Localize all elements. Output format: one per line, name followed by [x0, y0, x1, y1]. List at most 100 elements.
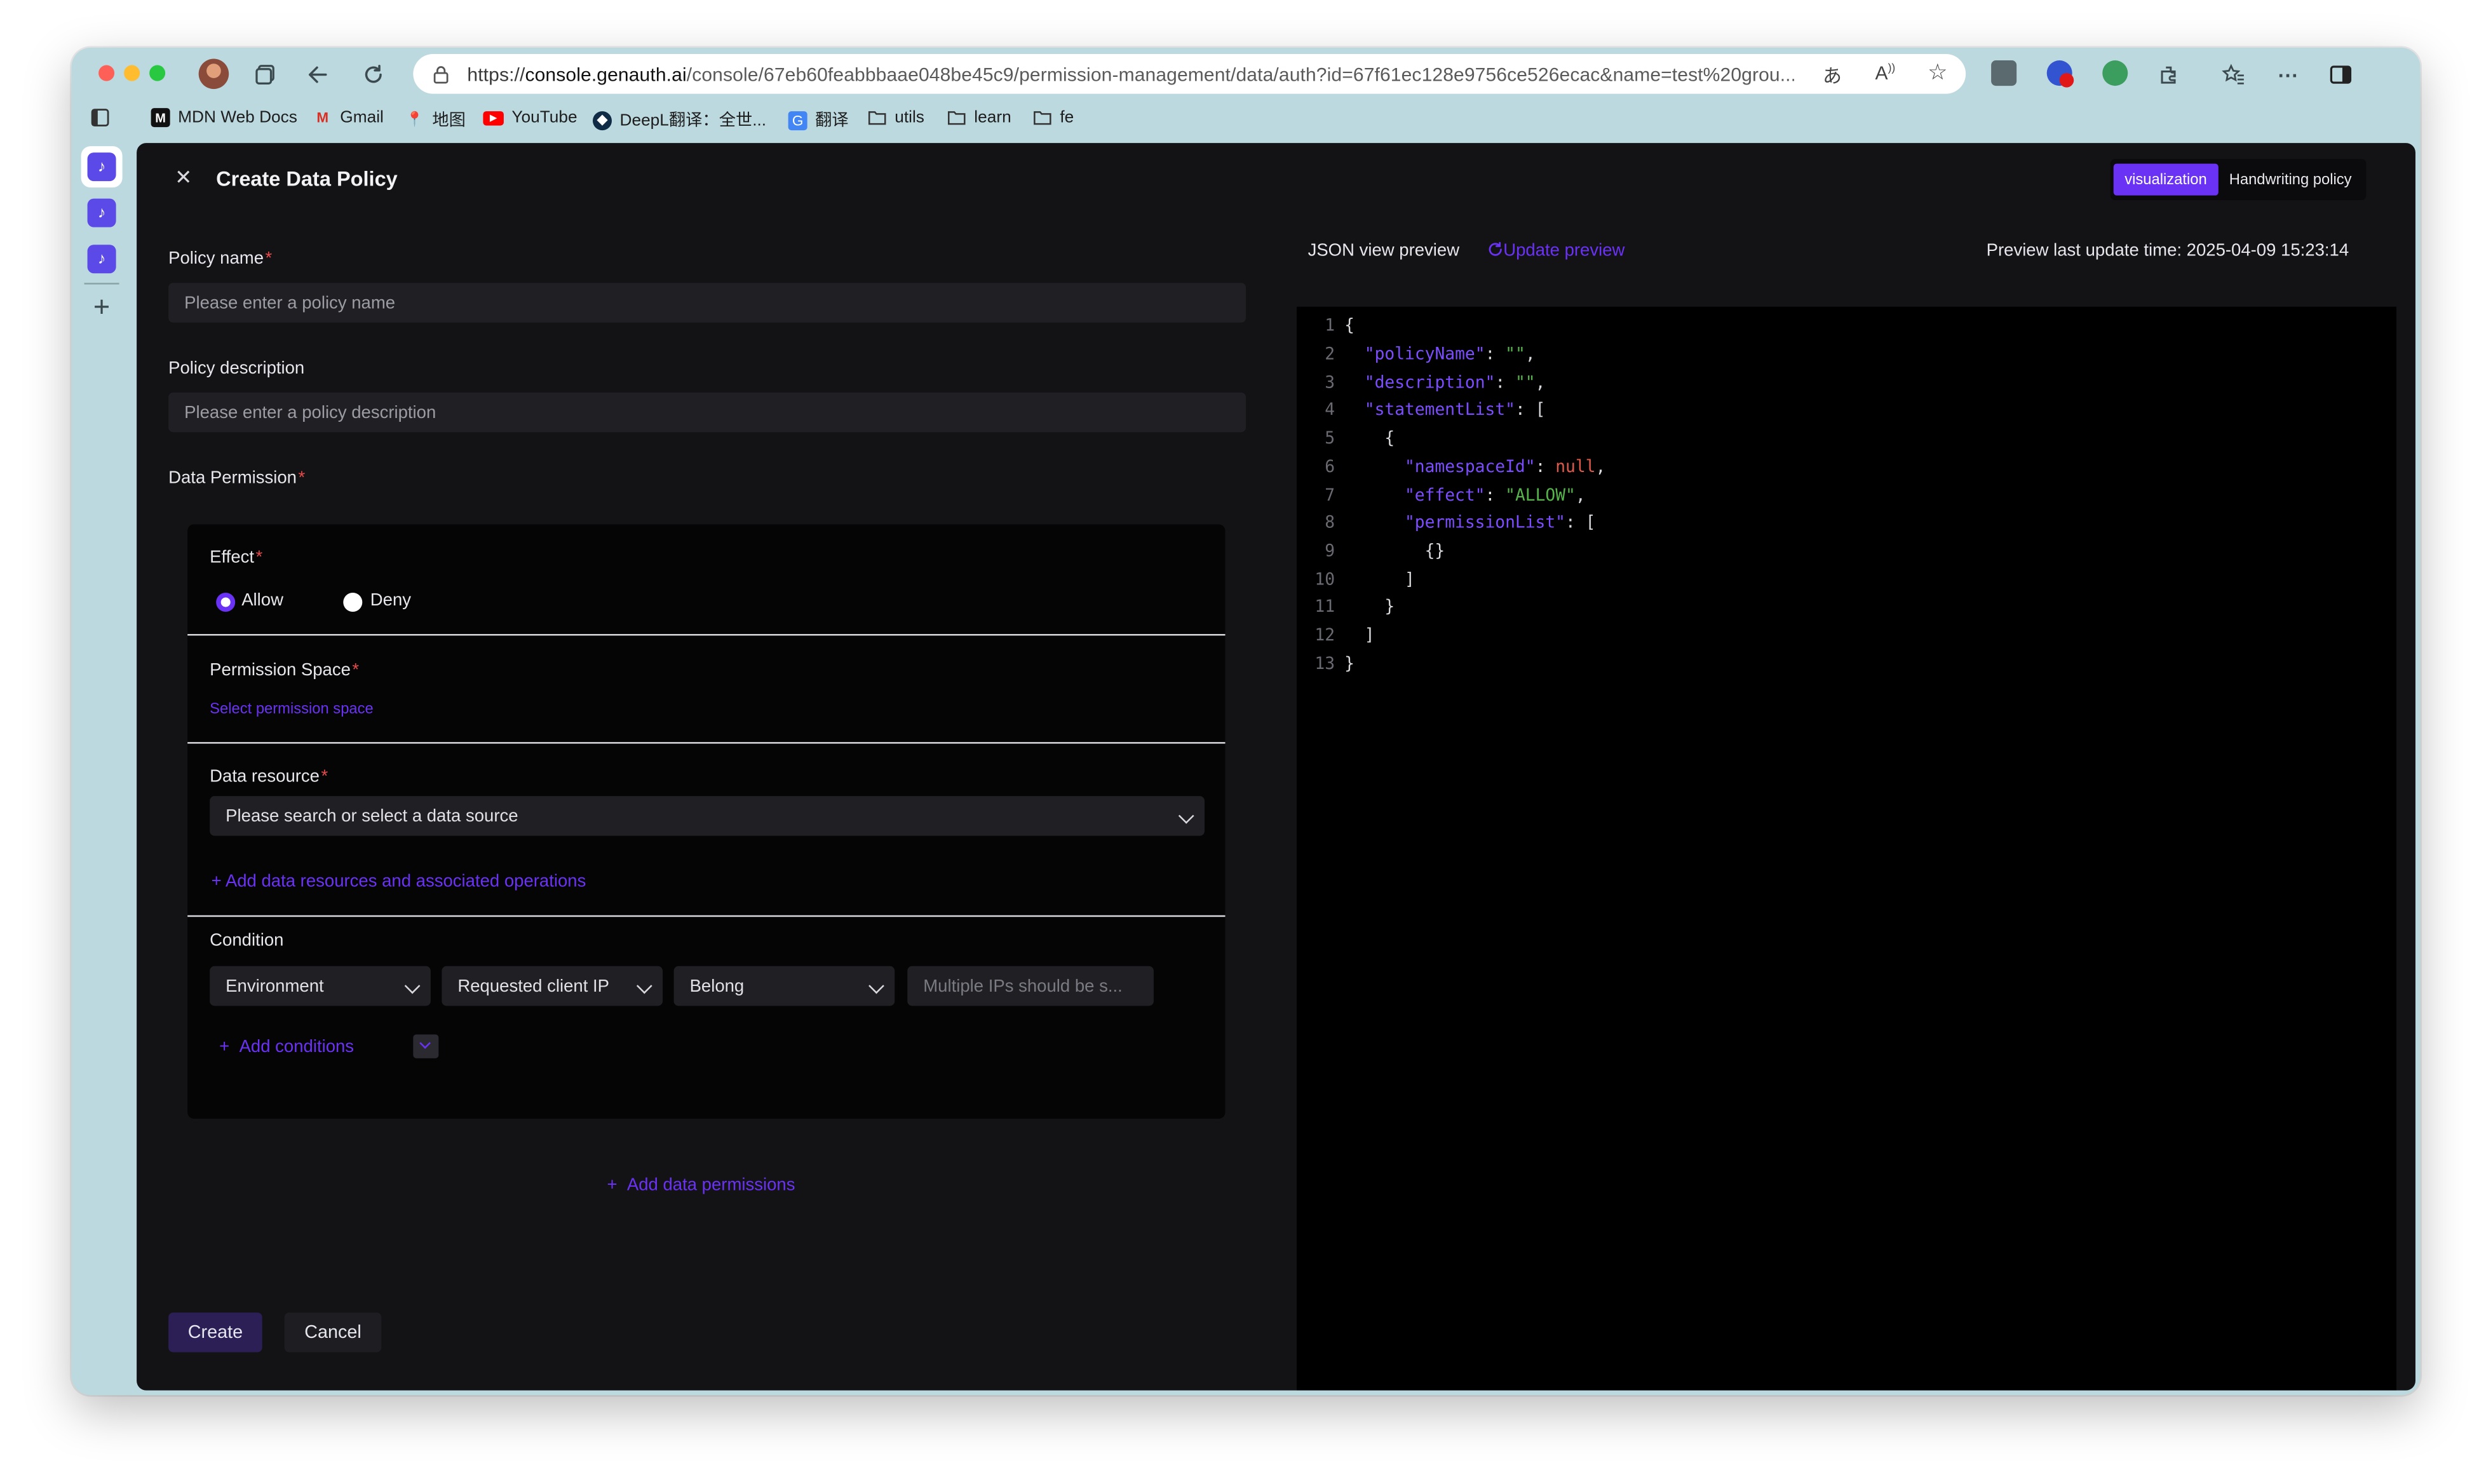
section-divider [187, 915, 1226, 917]
bookmark-folder-utils[interactable]: utils [868, 108, 924, 127]
profile-avatar[interactable] [198, 58, 229, 90]
extensions-icon[interactable] [2153, 59, 2185, 91]
code-line: "statementList": [ [1364, 400, 1546, 420]
section-divider [187, 742, 1226, 744]
dialog-title: Create Data Policy [216, 166, 398, 191]
bookmark-youtube[interactable]: ▶ YouTube [483, 108, 578, 127]
required-mark: * [321, 767, 328, 787]
data-permission-label: Data Permission * [168, 469, 305, 488]
bookmark-label: DeepL翻译：全世... [619, 111, 767, 131]
bookmark-label: MDN Web Docs [178, 108, 297, 128]
bookmark-folder-learn[interactable]: learn [947, 108, 1011, 127]
required-mark: * [265, 249, 273, 269]
vertical-tab-app-icon[interactable]: ♪ [87, 152, 116, 182]
favorites-icon[interactable] [2217, 59, 2248, 91]
label-text: Data resource [210, 767, 320, 787]
plus-icon: + [211, 872, 226, 892]
bookmarks-bar: M MDN Web Docs M Gmail 📍 地图 ▶ YouTube ◆ DeepL… [72, 105, 2421, 137]
code-line: { [1344, 429, 1395, 449]
lock-icon[interactable] [431, 64, 450, 83]
translate-icon: G [788, 110, 807, 130]
reload-icon[interactable] [358, 59, 389, 91]
deny-label[interactable]: Deny [370, 591, 411, 610]
bookmark-label: 地图 [432, 111, 466, 131]
line-number: 10 [1314, 570, 1335, 590]
code-line: "namespaceId": null, [1404, 457, 1606, 477]
allow-radio[interactable] [216, 592, 236, 612]
favorite-star-icon[interactable]: ☆ [1928, 59, 1947, 86]
json-code-editor[interactable]: 1 2 3 4 5 6 7 8 9 10 11 12 13 { "policyN… [1297, 306, 2396, 1391]
translate-icon[interactable]: あ [1823, 62, 1842, 90]
select-value: Requested client IP [457, 976, 609, 996]
close-window-button[interactable] [98, 65, 115, 81]
data-source-select[interactable]: Please search or select a data source [210, 796, 1205, 836]
mode-handwriting-button[interactable]: Handwriting policy [2218, 164, 2363, 196]
back-arrow-icon[interactable] [302, 59, 334, 91]
youtube-icon: ▶ [483, 110, 504, 125]
bookmark-mdn[interactable]: M MDN Web Docs [151, 108, 297, 128]
policy-description-label: Policy description [168, 359, 305, 379]
chevron-down-icon [636, 978, 652, 994]
code-line: {} [1344, 541, 1445, 561]
required-mark: * [298, 468, 306, 488]
plus-icon: + [219, 1037, 240, 1057]
green-extension-icon[interactable] [2102, 60, 2128, 86]
add-data-resources-link[interactable]: + Add data resources and associated oper… [212, 872, 586, 891]
code-line: "permissionList": [ [1404, 513, 1596, 532]
mode-visualization-button[interactable]: visualization [2113, 163, 2219, 196]
new-tab-plus-icon[interactable]: + [88, 292, 116, 321]
update-preview-link[interactable]: Update preview [1487, 241, 1625, 260]
mdn-icon: M [151, 108, 170, 128]
deny-radio[interactable] [343, 592, 363, 612]
effect-label: Effect * [210, 548, 262, 567]
sidebar-toggle-icon[interactable] [2325, 59, 2356, 91]
code-line: ] [1344, 626, 1375, 645]
bookmark-maps[interactable]: 📍 地图 [405, 108, 466, 132]
rail-divider [84, 283, 119, 285]
add-data-permissions-link[interactable]: + Add data permissions [607, 1176, 795, 1195]
last-update-prefix: Preview last update time: [1986, 241, 2187, 261]
zoom-window-button[interactable] [149, 65, 166, 81]
create-button[interactable]: Create [168, 1312, 262, 1352]
more-menu-icon[interactable]: ··· [2273, 59, 2304, 91]
policy-name-label: Policy name * [168, 250, 272, 269]
url-scheme: https:// [467, 62, 525, 85]
chevron-down-icon [404, 978, 421, 994]
line-number: 3 [1325, 373, 1335, 393]
extension-puzzle-icon[interactable] [1991, 60, 2017, 86]
bookmark-label: fe [1060, 108, 1074, 128]
minimize-window-button[interactable] [124, 65, 140, 81]
permission-space-label: Permission Space * [210, 661, 359, 680]
cancel-button[interactable]: Cancel [284, 1312, 382, 1352]
bookmarks-panel-icon[interactable] [91, 108, 110, 127]
allow-label[interactable]: Allow [241, 591, 283, 610]
bookmark-translate[interactable]: G 翻译 [788, 108, 849, 132]
condition-attribute-select[interactable]: Requested client IP [442, 966, 663, 1006]
condition-ip-input[interactable]: Multiple IPs should be s... [907, 966, 1154, 1006]
read-aloud-icon[interactable]: A)) [1875, 62, 1896, 84]
condition-type-select[interactable]: Environment [210, 966, 431, 1006]
code-line: } [1344, 654, 1354, 674]
bookmark-folder-fe[interactable]: fe [1033, 108, 1074, 127]
select-value: Environment [226, 976, 324, 996]
policy-description-input[interactable]: Please enter a policy description [168, 392, 1246, 433]
policy-name-input[interactable]: Please enter a policy name [168, 283, 1246, 323]
folder-icon [947, 108, 966, 127]
bookmark-deepl[interactable]: ◆ DeepL翻译：全世... [592, 108, 767, 132]
select-permission-space-link[interactable]: Select permission space [210, 701, 374, 718]
address-bar[interactable]: https://console.genauth.ai/console/67eb6… [413, 54, 1966, 94]
close-icon[interactable]: ✕ [175, 165, 192, 191]
folder-icon [868, 108, 887, 127]
condition-logic-toggle[interactable] [413, 1034, 439, 1058]
link-text: Update preview [1503, 241, 1625, 261]
add-conditions-link[interactable]: + Add conditions [219, 1037, 354, 1056]
bookmark-gmail[interactable]: M Gmail [313, 108, 383, 127]
vertical-tab-app-icon[interactable]: ♪ [87, 245, 116, 274]
tabs-icon[interactable] [250, 59, 281, 91]
bookmark-label: 翻译 [815, 111, 849, 131]
vertical-tab-app-icon[interactable]: ♪ [87, 198, 116, 227]
condition-label: Condition [210, 931, 284, 950]
line-number: 6 [1325, 457, 1335, 477]
label-text: Effect [210, 548, 255, 567]
condition-operator-select[interactable]: Belong [673, 966, 895, 1006]
